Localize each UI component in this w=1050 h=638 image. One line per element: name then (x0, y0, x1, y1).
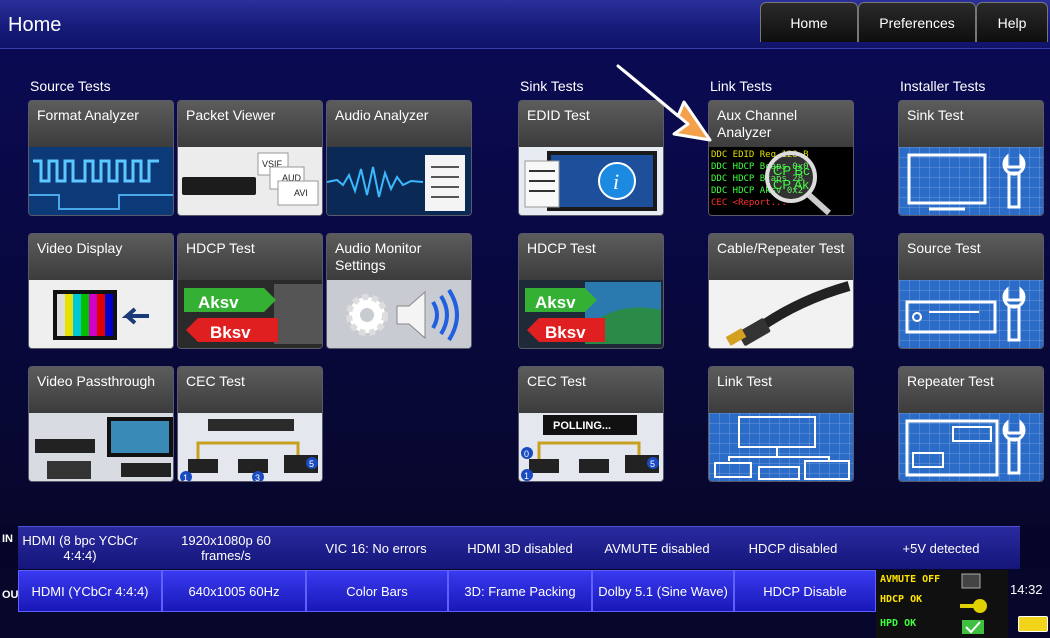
tv-wrench-icon (899, 147, 1043, 215)
tile-label: Format Analyzer (29, 101, 173, 147)
hpd-check-icon (962, 620, 984, 634)
link-test-icon (709, 413, 853, 481)
tab-help[interactable]: Help (976, 2, 1048, 42)
packet-viewer-icon: VSIF AUD AVI (178, 147, 322, 215)
tile-audio-analyzer[interactable]: Audio Analyzer (326, 100, 472, 216)
cec-sink-badge-0: 0 (524, 449, 529, 459)
repeater-wrench-icon (899, 413, 1043, 481)
tile-label: Source Test (899, 234, 1043, 280)
cec-sink-badge-5: 5 (650, 459, 655, 469)
hdcp-indicator: HDCP OK (880, 594, 923, 605)
hdmi-cable-icon (709, 280, 853, 348)
status-icons (960, 573, 987, 634)
cec-badge-1: 1 (183, 473, 188, 482)
clock: 14:32 (1010, 582, 1043, 597)
tile-cec-test-sink[interactable]: CEC Test POLLING... 0 1 5 (518, 366, 664, 482)
app-window: Home Home Preferences Help Source Tests … (0, 0, 1050, 638)
gear-speaker-icon (327, 280, 471, 348)
monitor-icon (961, 573, 981, 589)
bksv-label: Bksv (545, 323, 586, 342)
section-installer-tests: Installer Tests (900, 78, 986, 94)
out-format-button[interactable]: HDMI (YCbCr 4:4:4) (18, 570, 162, 612)
tile-video-display[interactable]: Video Display (28, 233, 174, 349)
tile-audio-monitor-settings[interactable]: Audio Monitor Settings (326, 233, 472, 349)
tab-preferences[interactable]: Preferences (858, 2, 976, 42)
status-indicators: AVMUTE OFF HDCP OK HPD OK (876, 570, 1008, 638)
player-wrench-icon (899, 280, 1043, 348)
aux-magnify-2: CP Ak (773, 177, 809, 192)
passthrough-icon (29, 413, 173, 481)
cec-polling-icon: POLLING... 0 1 5 (519, 413, 663, 481)
cec-badge-5: 5 (309, 459, 314, 469)
hdcp-key-icon: Aksv Bksv (519, 280, 663, 348)
tile-label: Packet Viewer (178, 101, 322, 147)
tile-label: Link Test (709, 367, 853, 413)
tile-video-passthrough[interactable]: Video Passthrough (28, 366, 174, 482)
out-audio-button[interactable]: Dolby 5.1 (Sine Wave) (592, 570, 734, 612)
avmute-indicator: AVMUTE OFF (880, 574, 941, 585)
in-vic: VIC 16: No errors (325, 540, 427, 556)
section-source-tests: Source Tests (30, 78, 111, 94)
tile-link-test[interactable]: Link Test (708, 366, 854, 482)
tile-label: Aux Channel Analyzer (709, 101, 853, 147)
in-resolution: 1920x1080p 60 frames/s (181, 533, 271, 563)
in-hdcp: HDCP disabled (748, 540, 838, 556)
aksv-label: Aksv (198, 293, 239, 312)
page-title: Home (8, 14, 62, 36)
hpd-indicator: HPD OK (880, 618, 917, 629)
in-avmute: AVMUTE disabled (604, 540, 710, 556)
pointer-arrow-icon (616, 64, 712, 142)
polling-label: POLLING... (553, 420, 611, 432)
cec-sink-badge-1: 1 (524, 471, 529, 481)
color-bars-icon (29, 280, 173, 348)
tile-hdcp-test-sink[interactable]: HDCP Test Aksv Bksv (518, 233, 664, 349)
tile-repeater-test[interactable]: Repeater Test (898, 366, 1044, 482)
svg-text:i: i (613, 169, 619, 194)
in-label: IN (2, 533, 13, 545)
in-3d: HDMI 3D disabled (467, 540, 573, 556)
output-status-row: HDMI (YCbCr 4:4:4) 640x1005 60Hz Color B… (18, 570, 878, 638)
bksv-label: Bksv (210, 323, 251, 342)
hdcp-key-icon: Aksv Bksv (178, 280, 322, 348)
tile-cable-repeater-test[interactable]: Cable/Repeater Test (708, 233, 854, 349)
tile-label: Repeater Test (899, 367, 1043, 413)
tile-label: Audio Monitor Settings (327, 234, 471, 280)
tile-label: Audio Analyzer (327, 101, 471, 147)
out-hdcp-button[interactable]: HDCP Disable (734, 570, 876, 612)
in-format: HDMI (8 bpc YCbCr 4:4:4) (22, 533, 138, 563)
tile-label: Video Passthrough (29, 367, 173, 413)
tile-label: CEC Test (519, 367, 663, 413)
out-pattern-button[interactable]: Color Bars (306, 570, 448, 612)
input-status-row: HDMI (8 bpc YCbCr 4:4:4) 1920x1080p 60 f… (18, 526, 1020, 569)
tile-sink-test[interactable]: Sink Test (898, 100, 1044, 216)
avi-label: AVI (294, 188, 308, 198)
tile-label: Sink Test (899, 101, 1043, 147)
aux-line-5: CEC <Report... (711, 198, 787, 208)
tile-format-analyzer[interactable]: Format Analyzer (28, 100, 174, 216)
audio-waveform-icon (327, 147, 471, 215)
aux-magnify-1: CP Bc (773, 163, 810, 178)
top-bar: Home Home Preferences Help (0, 0, 1050, 49)
tile-label: Cable/Repeater Test (709, 234, 853, 280)
edid-info-icon: i (519, 147, 663, 215)
aux-channel-icon: DDC EDID Req 128 B DDC HDCP Bcaps 0x0 DD… (709, 147, 853, 215)
tile-label: CEC Test (178, 367, 322, 413)
in-5v: +5V detected (902, 540, 980, 556)
cec-devices-icon: 1 3 5 (178, 413, 322, 482)
tile-packet-viewer[interactable]: Packet Viewer VSIF AUD AVI (177, 100, 323, 216)
aksv-label: Aksv (535, 293, 576, 312)
tile-cec-test-source[interactable]: CEC Test 1 3 5 (177, 366, 323, 482)
tile-label: HDCP Test (519, 234, 663, 280)
tile-hdcp-test-source[interactable]: HDCP Test Aksv Bksv (177, 233, 323, 349)
tile-label: Video Display (29, 234, 173, 280)
out-resolution-button[interactable]: 640x1005 60Hz (162, 570, 306, 612)
waveform-icon (29, 147, 173, 215)
battery-icon (1018, 616, 1048, 632)
tab-home[interactable]: Home (760, 2, 858, 42)
cec-badge-3: 3 (255, 473, 260, 482)
tile-source-test[interactable]: Source Test (898, 233, 1044, 349)
out-3d-button[interactable]: 3D: Frame Packing (448, 570, 592, 612)
tile-label: HDCP Test (178, 234, 322, 280)
section-sink-tests: Sink Tests (520, 78, 584, 94)
